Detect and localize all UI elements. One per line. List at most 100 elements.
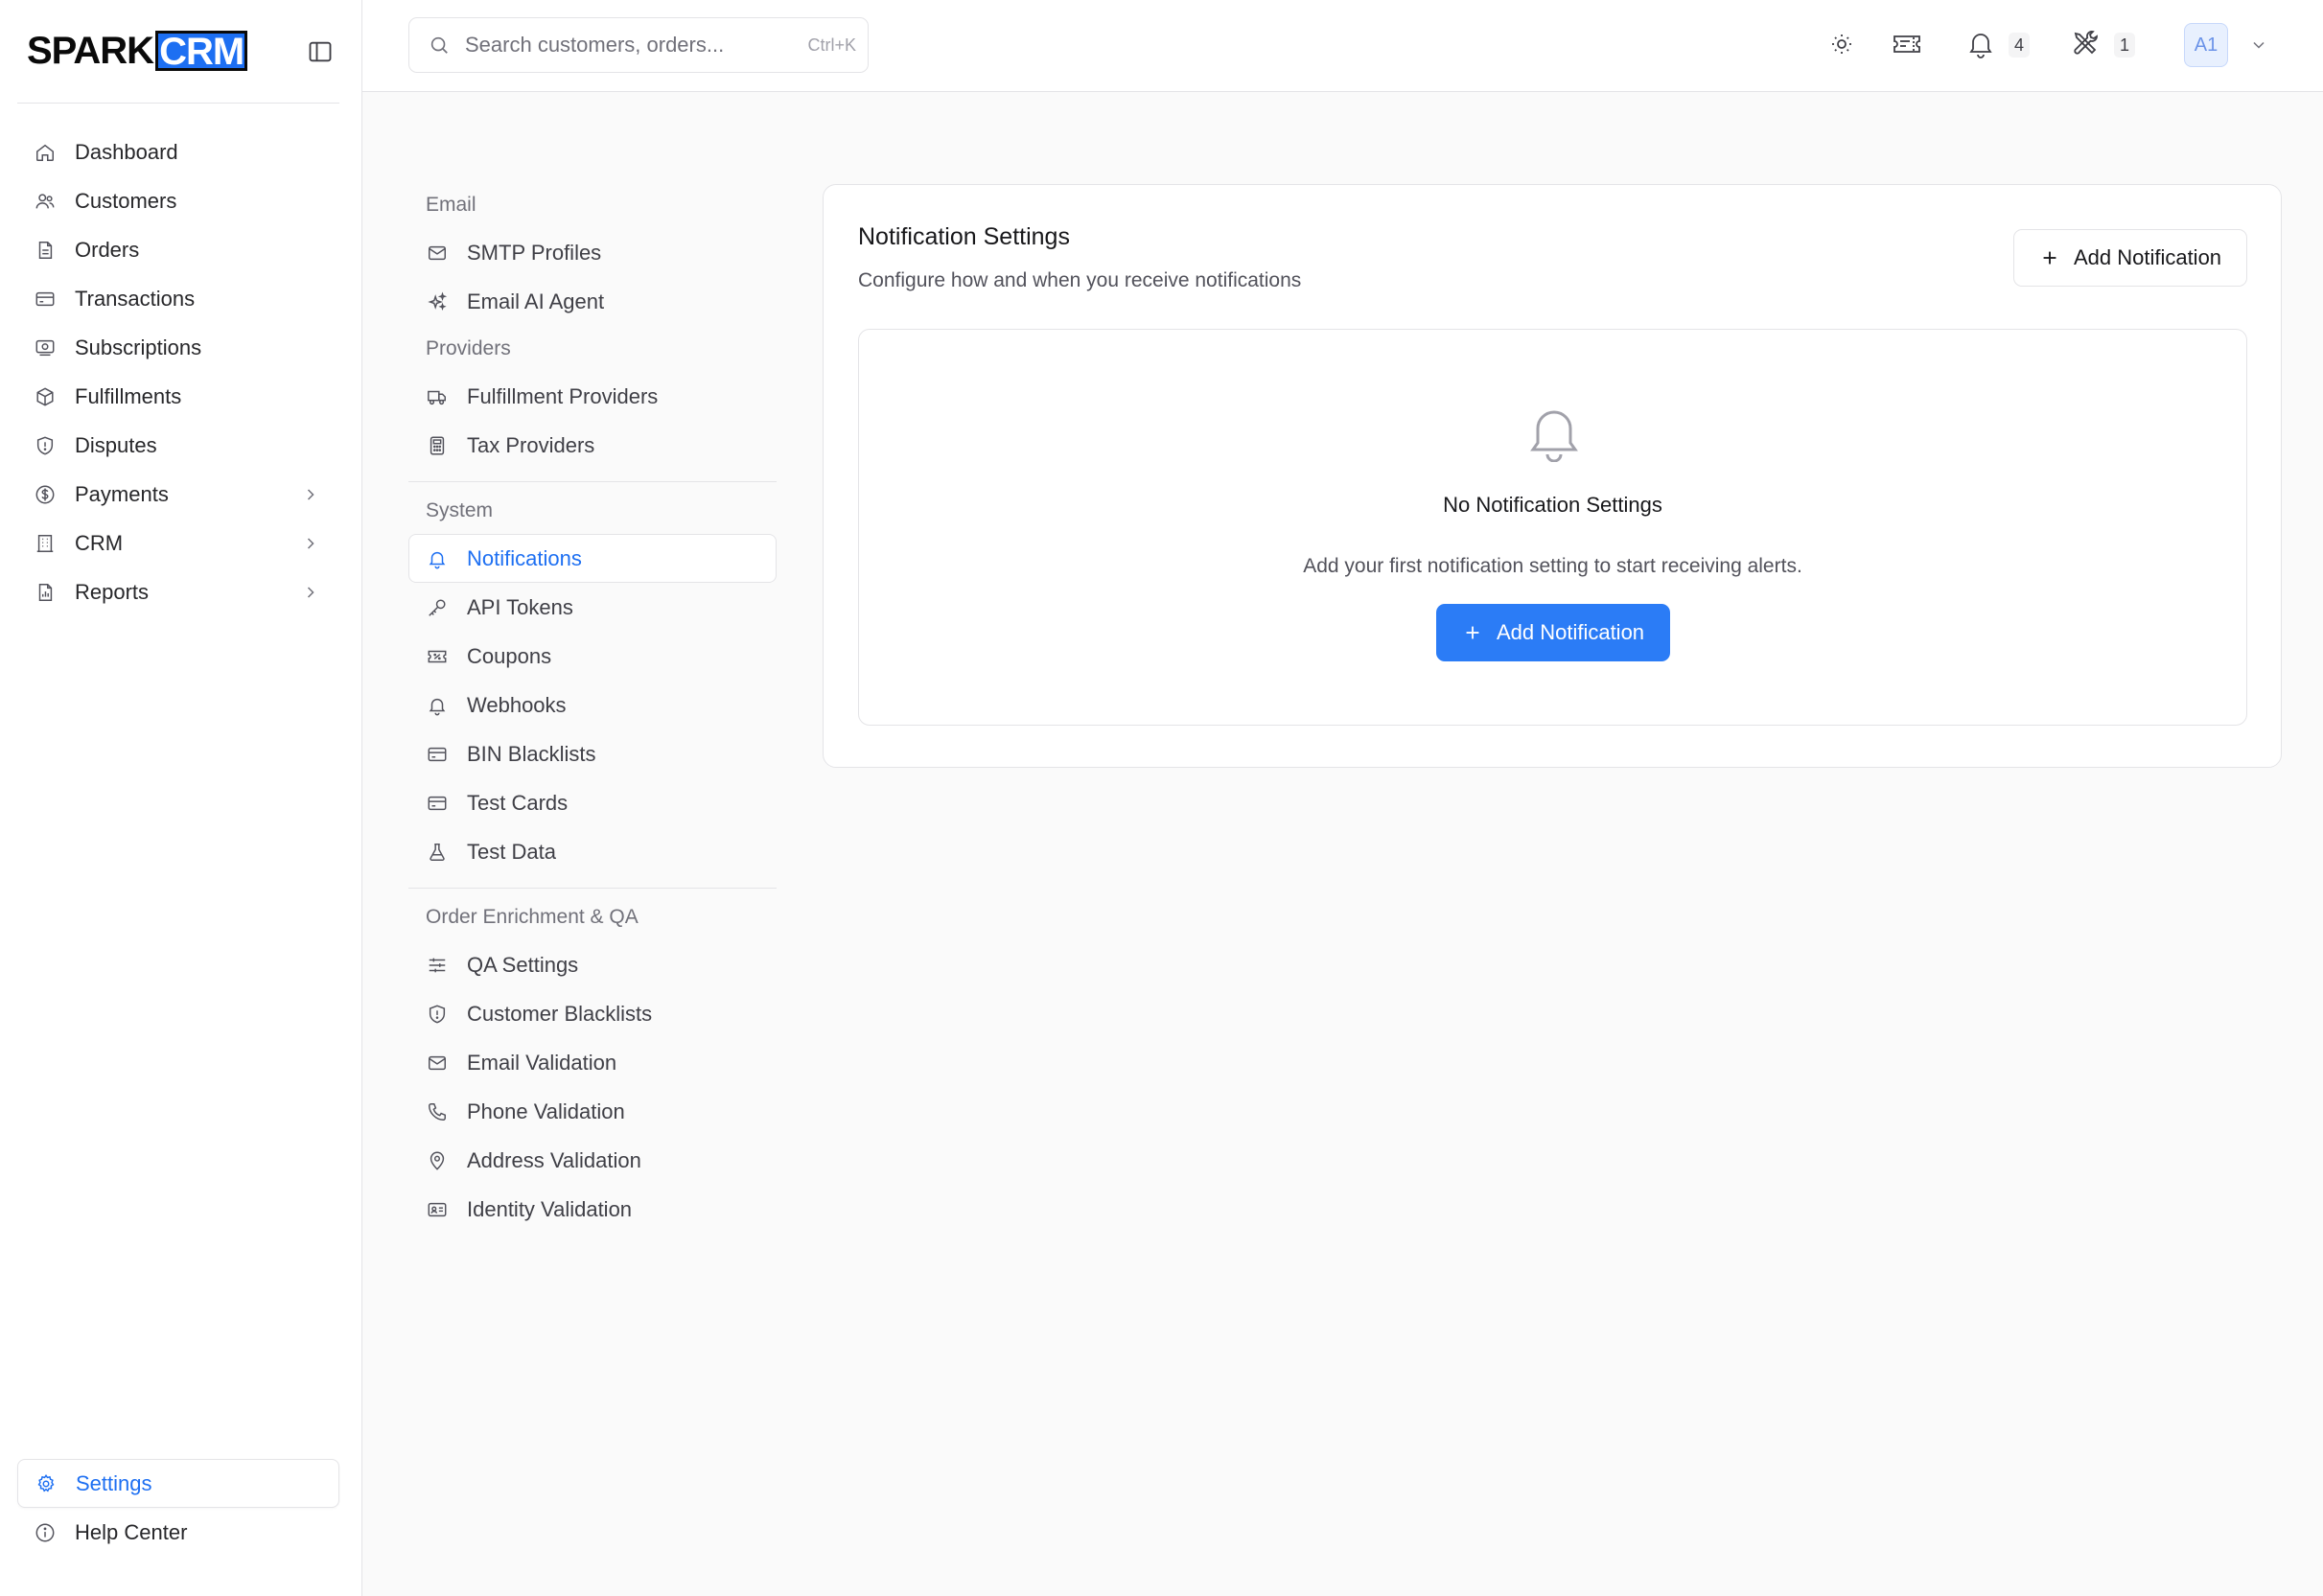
settings-item-label: Fulfillment Providers xyxy=(467,383,659,408)
search-box[interactable]: Ctrl+K xyxy=(408,17,869,73)
subscription-icon xyxy=(35,337,56,359)
settings-item-label: BIN Blacklists xyxy=(467,741,596,766)
sidebar-item-settings[interactable]: Settings xyxy=(17,1459,339,1508)
tools-icon[interactable] xyxy=(2071,29,2102,59)
settings-item-label: Address Validation xyxy=(467,1147,641,1172)
search-icon xyxy=(429,35,450,56)
settings-item-qa-settings[interactable]: QA Settings xyxy=(408,940,777,989)
chevron-down-icon[interactable] xyxy=(2249,35,2268,55)
bottom-nav: Settings Help Center xyxy=(17,1459,339,1557)
sidebar-item-label: Dashboard xyxy=(75,139,178,164)
settings-item-smtp-profiles[interactable]: SMTP Profiles xyxy=(408,228,777,277)
notification-count-badge: 4 xyxy=(2009,33,2030,58)
chevron-right-icon xyxy=(301,485,320,504)
page-title: Notification Settings xyxy=(858,223,1070,250)
sidebar-item-crm[interactable]: CRM xyxy=(17,519,339,567)
sidebar-item-fulfillments[interactable]: Fulfillments xyxy=(17,372,339,421)
shield-icon xyxy=(427,1004,448,1025)
settings-item-label: Test Cards xyxy=(467,790,569,815)
home-icon xyxy=(35,142,56,163)
credit-card-icon xyxy=(35,289,56,310)
settings-item-identity-validation[interactable]: Identity Validation xyxy=(408,1185,777,1234)
sidebar-item-subscriptions[interactable]: Subscriptions xyxy=(17,323,339,372)
credit-card-icon xyxy=(427,793,448,814)
package-icon xyxy=(35,386,56,407)
add-notification-primary-button[interactable]: Add Notification xyxy=(1436,604,1670,661)
sidebar-item-label: Reports xyxy=(75,579,150,604)
settings-item-address-validation[interactable]: Address Validation xyxy=(408,1136,777,1185)
settings-item-label: Identity Validation xyxy=(467,1196,633,1221)
avatar[interactable]: A1 xyxy=(2184,23,2228,67)
sidebar-item-help-center[interactable]: Help Center xyxy=(17,1508,339,1557)
main-nav: Dashboard Customers Orders Transactions … xyxy=(17,127,339,616)
notification-settings-card: Notification Settings Configure how and … xyxy=(823,184,2282,768)
sidebar-item-label: Disputes xyxy=(75,432,157,457)
id-card-icon xyxy=(427,1199,448,1220)
sidebar-item-orders[interactable]: Orders xyxy=(17,225,339,274)
plus-icon xyxy=(2039,247,2060,268)
theme-toggle-sun-icon[interactable] xyxy=(1826,29,1857,59)
ticket-icon xyxy=(427,646,448,667)
sidebar-item-customers[interactable]: Customers xyxy=(17,176,339,225)
settings-section-qa: Order Enrichment & QA xyxy=(426,906,639,928)
plus-icon xyxy=(1462,622,1483,643)
sidebar-item-label: Settings xyxy=(76,1470,152,1495)
sidebar-item-dashboard[interactable]: Dashboard xyxy=(17,127,339,176)
topbar: Ctrl+K 4 1 A1 xyxy=(362,0,2323,92)
settings-item-customer-blacklists[interactable]: Customer Blacklists xyxy=(408,989,777,1038)
logo[interactable]: SPARK CRM xyxy=(27,29,343,73)
mail-icon xyxy=(427,243,448,264)
gear-icon xyxy=(35,1473,57,1494)
empty-state-title: No Notification Settings xyxy=(1443,493,1662,517)
add-notification-button[interactable]: Add Notification xyxy=(2013,229,2247,287)
settings-item-test-data[interactable]: Test Data xyxy=(408,827,777,876)
settings-item-fulfillment-providers[interactable]: Fulfillment Providers xyxy=(408,372,777,421)
settings-item-label: Phone Validation xyxy=(467,1099,625,1123)
chevron-right-icon xyxy=(301,583,320,602)
sidebar-item-label: Transactions xyxy=(75,286,196,311)
settings-item-coupons[interactable]: Coupons xyxy=(408,632,777,681)
sidebar-item-transactions[interactable]: Transactions xyxy=(17,274,339,323)
settings-item-email-validation[interactable]: Email Validation xyxy=(408,1038,777,1087)
sidebar: SPARK CRM Dashboard Customers Orders Tra… xyxy=(0,0,362,1596)
sidebar-item-reports[interactable]: Reports xyxy=(17,567,339,616)
settings-item-label: Tax Providers xyxy=(467,432,595,457)
logo-spark-text: SPARK xyxy=(27,30,154,72)
settings-item-tax-providers[interactable]: Tax Providers xyxy=(408,421,777,470)
settings-nav: Email SMTP Profiles Email AI Agent Provi… xyxy=(408,182,777,1234)
sidebar-toggle-icon[interactable] xyxy=(307,38,334,65)
sidebar-item-label: Subscriptions xyxy=(75,335,202,359)
sidebar-item-label: Customers xyxy=(75,188,177,213)
settings-item-webhooks[interactable]: Webhooks xyxy=(408,681,777,729)
sidebar-item-label: Help Center xyxy=(75,1519,188,1544)
settings-item-notifications[interactable]: Notifications xyxy=(408,534,777,583)
settings-divider xyxy=(408,481,777,482)
sidebar-item-payments[interactable]: Payments xyxy=(17,470,339,519)
settings-item-label: Coupons xyxy=(467,643,552,668)
settings-item-label: SMTP Profiles xyxy=(467,240,602,265)
notifications-bell-icon[interactable] xyxy=(1965,29,1996,59)
settings-item-label: Webhooks xyxy=(467,692,567,717)
empty-state-description: Add your first notification setting to s… xyxy=(1303,555,1802,577)
settings-item-label: QA Settings xyxy=(467,952,579,977)
empty-state: No Notification Settings Add your first … xyxy=(858,329,2247,726)
building-icon xyxy=(35,533,56,554)
chevron-right-icon xyxy=(301,534,320,553)
page-subtitle: Configure how and when you receive notif… xyxy=(858,269,1302,291)
settings-item-bin-blacklists[interactable]: BIN Blacklists xyxy=(408,729,777,778)
settings-item-phone-validation[interactable]: Phone Validation xyxy=(408,1087,777,1136)
mail-icon xyxy=(427,1052,448,1074)
settings-section-email: Email xyxy=(426,194,476,216)
settings-item-label: Test Data xyxy=(467,839,556,864)
settings-item-label: Email AI Agent xyxy=(467,289,605,313)
add-notification-primary-label: Add Notification xyxy=(1496,620,1645,644)
settings-divider xyxy=(408,888,777,889)
settings-item-test-cards[interactable]: Test Cards xyxy=(408,778,777,827)
settings-item-api-tokens[interactable]: API Tokens xyxy=(408,583,777,632)
info-icon xyxy=(35,1522,56,1543)
phone-icon xyxy=(427,1101,448,1122)
settings-item-email-ai-agent[interactable]: Email AI Agent xyxy=(408,277,777,326)
ticket-icon[interactable] xyxy=(1892,29,1922,59)
search-input[interactable] xyxy=(465,33,772,58)
sidebar-item-disputes[interactable]: Disputes xyxy=(17,421,339,470)
